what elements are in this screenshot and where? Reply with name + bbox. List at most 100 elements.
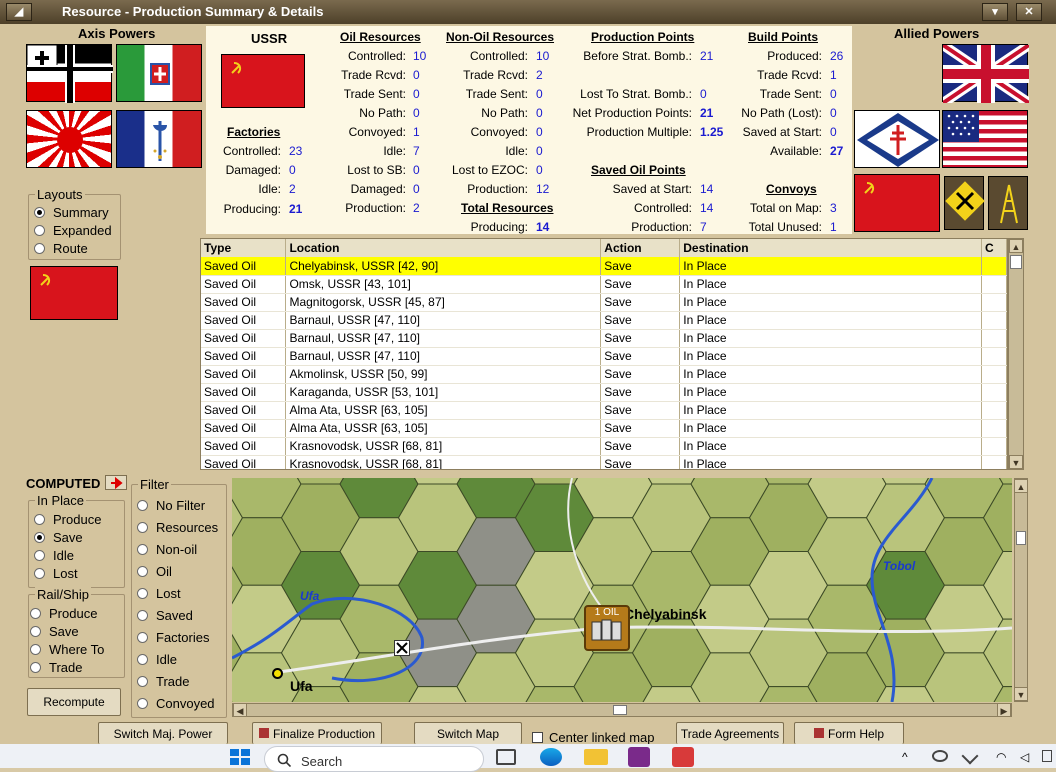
form-help-button[interactable]: Form Help <box>794 722 904 744</box>
filter-option-2[interactable]: Non-oil <box>137 542 197 557</box>
chelyabinsk-label: Chelyabinsk <box>624 606 707 622</box>
railship-produce-radio[interactable]: Produce <box>30 606 97 621</box>
filter-option-1[interactable]: Resources <box>137 520 218 535</box>
oil-derrick-icon[interactable] <box>988 176 1028 230</box>
switch-map-button[interactable]: Switch Map <box>414 722 522 744</box>
map-scroll-left-icon[interactable]: ◀ <box>233 703 247 717</box>
usa-flag[interactable] <box>942 110 1028 168</box>
computed-arrow-button[interactable] <box>105 475 127 490</box>
filter-option-8[interactable]: Trade <box>137 674 189 689</box>
scroll-up-icon[interactable]: ▲ <box>1009 239 1023 253</box>
filter-option-7[interactable]: Idle <box>137 652 177 667</box>
col-action[interactable]: Action <box>600 239 681 257</box>
cloud-icon[interactable] <box>932 750 948 762</box>
table-scrollbar[interactable]: ▲ ▼ <box>1008 238 1024 470</box>
free-france-flag[interactable] <box>854 110 940 168</box>
nonoil-no-path-value: 0 <box>536 106 543 120</box>
hex-map[interactable]: Ufa Ufa Tobol Chelyabinsk 1 OIL <box>232 478 1012 702</box>
mine-marker-icon[interactable] <box>394 640 410 656</box>
trade-agreements-button[interactable]: Trade Agreements <box>676 722 784 744</box>
filter-option-3[interactable]: Oil <box>137 564 172 579</box>
cell-destination: In Place <box>679 455 982 469</box>
germany-flag[interactable] <box>26 44 113 103</box>
filter-option-4[interactable]: Lost <box>137 586 181 601</box>
layout-route-radio[interactable]: Route <box>34 241 88 256</box>
inplace-produce-radio[interactable]: Produce <box>34 512 101 527</box>
wifi-icon[interactable]: ◠ <box>996 750 1006 764</box>
close-button[interactable]: ✕ <box>1016 3 1042 21</box>
table-row[interactable]: Saved Oil Akmolinsk, USSR [50, 99] Save In … <box>201 365 1007 384</box>
game-app-icon[interactable] <box>628 747 650 767</box>
map-scroll-right-icon[interactable]: ▶ <box>997 703 1011 717</box>
uk-flag[interactable] <box>940 40 1032 108</box>
cell-action: Save <box>600 329 681 348</box>
battery-icon[interactable] <box>1042 750 1052 762</box>
scroll-thumb[interactable] <box>1010 255 1022 269</box>
location-icon[interactable] <box>961 747 979 765</box>
build-points-title: Build Points <box>748 30 818 44</box>
volume-icon[interactable]: ◁ <box>1020 750 1029 764</box>
table-row[interactable]: Saved Oil Barnaul, USSR [47, 110] Save In P… <box>201 311 1007 330</box>
snip-tool-icon[interactable] <box>672 747 694 767</box>
col-location[interactable]: Location <box>285 239 602 257</box>
table-row[interactable]: Saved Oil Alma Ata, USSR [63, 105] Save In … <box>201 401 1007 420</box>
minimize-button[interactable]: ▾ <box>982 3 1008 21</box>
railship-save-radio[interactable]: Save <box>30 624 79 639</box>
layout-expanded-radio[interactable]: Expanded <box>34 223 112 238</box>
finalize-production-button[interactable]: Finalize Production <box>252 722 382 744</box>
table-row[interactable]: Saved Oil Barnaul, USSR [47, 110] Save In P… <box>201 347 1007 366</box>
task-view-icon[interactable] <box>496 749 516 765</box>
table-row[interactable]: Saved Oil Alma Ata, USSR [63, 105] Save In … <box>201 419 1007 438</box>
edge-browser-icon[interactable] <box>540 748 562 766</box>
file-explorer-icon[interactable] <box>584 749 608 765</box>
railship-trade-radio[interactable]: Trade <box>30 660 82 675</box>
table-row[interactable]: Saved Oil Omsk, USSR [43, 101] Save In Plac… <box>201 275 1007 294</box>
system-menu-button[interactable]: ◢ <box>6 3 32 21</box>
inplace-idle-radio[interactable]: Idle <box>34 548 74 563</box>
table-row[interactable]: Saved Oil Barnaul, USSR [47, 110] Save In P… <box>201 329 1007 348</box>
vichy-france-flag[interactable] <box>116 110 202 168</box>
filter-option-0[interactable]: No Filter <box>137 498 205 513</box>
cell-location: Omsk, USSR [43, 101] <box>285 275 602 294</box>
filter-option-label: Resources <box>156 520 219 535</box>
railship-where-to-radio[interactable]: Where To <box>30 642 104 657</box>
switch-major-power-button[interactable]: Switch Maj. Power <box>98 722 228 744</box>
windows-start-icon[interactable] <box>230 749 250 768</box>
col-c[interactable]: C <box>981 239 1007 257</box>
filter-option-9[interactable]: Convoyed <box>137 696 215 711</box>
map-vscrollbar[interactable]: ▲ ▼ <box>1014 478 1028 702</box>
japan-flag[interactable] <box>26 110 112 168</box>
table-row[interactable]: Saved Oil Krasnovodsk, USSR [68, 81] Save I… <box>201 437 1007 456</box>
ussr-flag-small[interactable] <box>30 266 118 320</box>
map-hscrollbar[interactable]: ◀ ▶ <box>232 703 1012 717</box>
italy-flag[interactable] <box>116 44 202 102</box>
map-scroll-down-icon[interactable]: ▼ <box>1014 687 1028 701</box>
map-hscroll-thumb[interactable] <box>613 705 627 715</box>
scroll-down-icon[interactable]: ▼ <box>1009 455 1023 469</box>
inplace-save-radio[interactable]: Save <box>34 530 83 545</box>
center-linked-map-checkbox[interactable]: Center linked map <box>532 730 655 745</box>
ussr-allied-flag[interactable] <box>854 174 940 232</box>
taskbar-search-box[interactable]: Search <box>264 746 484 772</box>
soil-production-value: 7 <box>700 220 707 234</box>
filter-option-5[interactable]: Saved <box>137 608 193 623</box>
cell-destination: In Place <box>679 275 982 294</box>
col-destination[interactable]: Destination <box>679 239 982 257</box>
table-row[interactable]: Saved Oil Magnitogorsk, USSR [45, 87] Save… <box>201 293 1007 312</box>
inplace-lost-radio[interactable]: Lost <box>34 566 78 581</box>
ufa-city-marker[interactable] <box>272 668 283 679</box>
layout-summary-radio[interactable]: Summary <box>34 205 109 220</box>
table-row[interactable]: Saved Oil Chelyabinsk, USSR [42, 90] Save I… <box>201 257 1007 276</box>
mines-icon[interactable] <box>944 176 985 230</box>
oil-counter[interactable]: 1 OIL <box>584 605 630 651</box>
map-scroll-up-icon[interactable]: ▲ <box>1014 479 1028 493</box>
map-vscroll-thumb[interactable] <box>1016 531 1026 545</box>
filter-option-6[interactable]: Factories <box>137 630 209 645</box>
table-row[interactable]: Saved Oil Karaganda, USSR [53, 101] Save In… <box>201 383 1007 402</box>
recompute-button[interactable]: Recompute <box>27 688 121 716</box>
tray-chevron-icon[interactable]: ^ <box>902 750 908 764</box>
oil-no-path-value: 0 <box>413 106 420 120</box>
filter-option-label: Convoyed <box>156 696 215 711</box>
table-row[interactable]: Saved Oil Krasnovodsk, USSR [68, 81] Save I… <box>201 455 1007 469</box>
col-type[interactable]: Type <box>201 239 287 257</box>
